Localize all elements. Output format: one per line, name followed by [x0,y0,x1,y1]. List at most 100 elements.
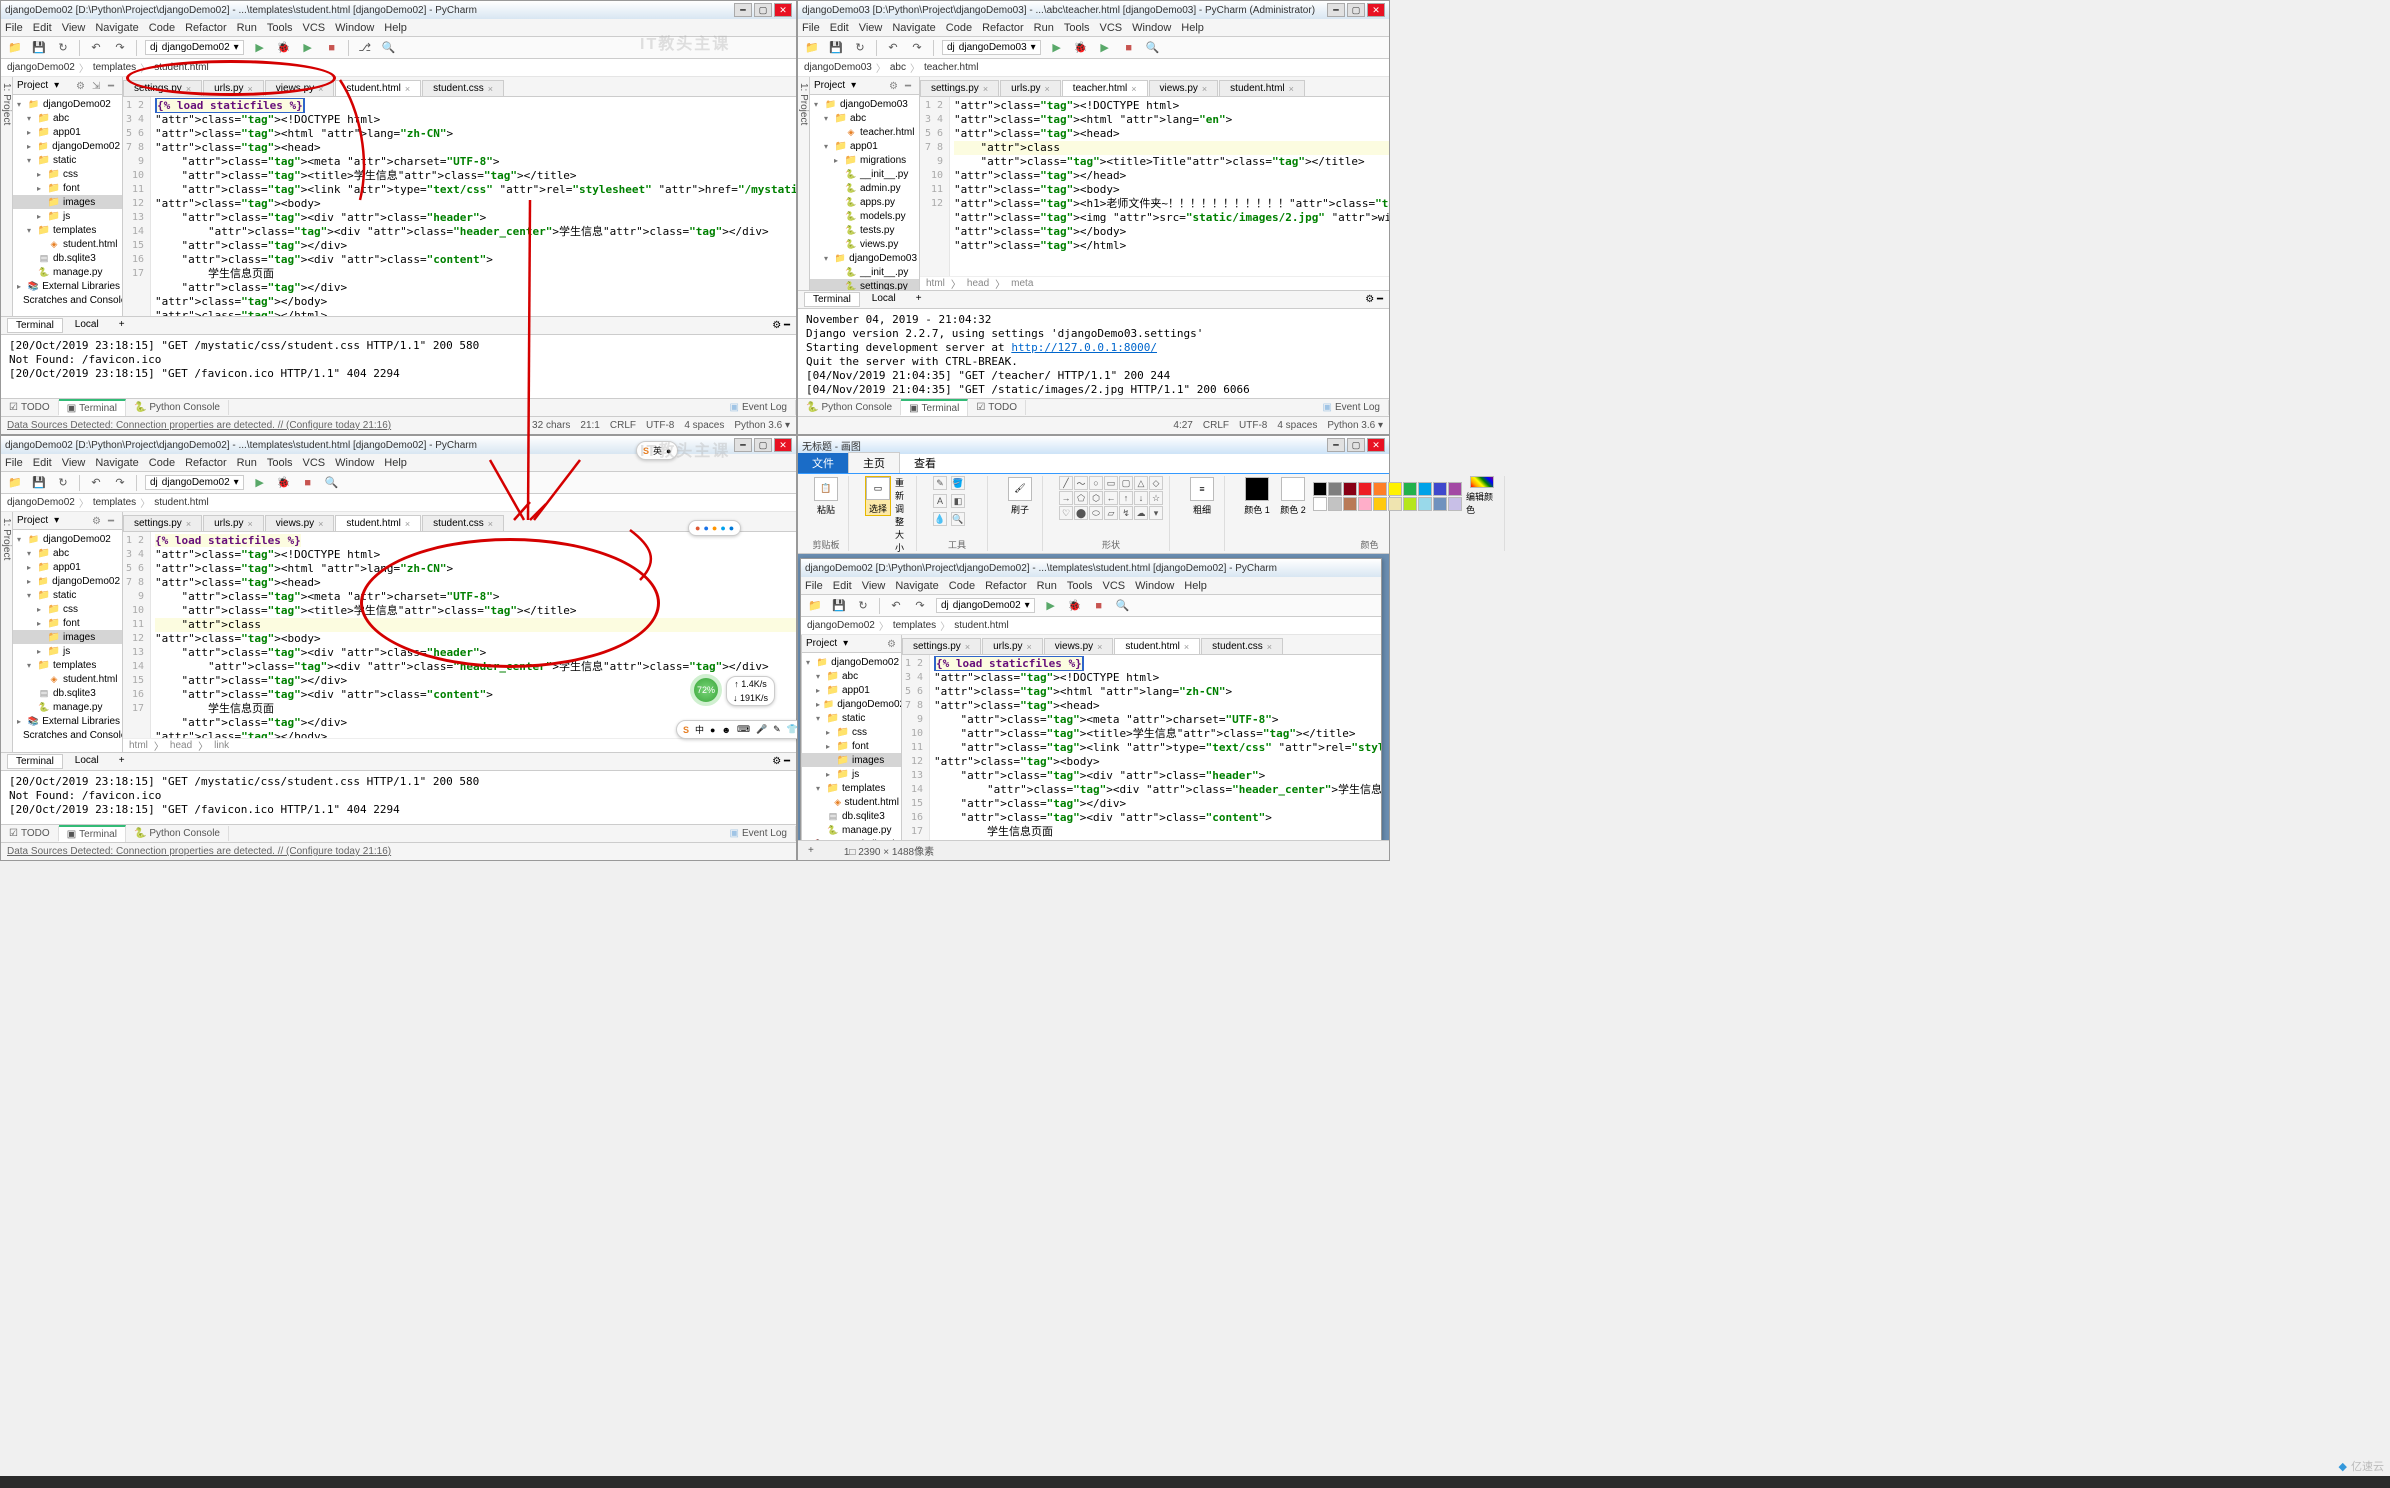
editor-tab-views.py[interactable]: views.py× [265,80,335,96]
picker-tool[interactable]: 💧 [933,512,947,526]
editor-tab-student.css[interactable]: student.css× [422,515,504,531]
color2-button[interactable]: 颜色 2 [1277,476,1309,516]
tree-item-templates[interactable]: ▾templates [13,658,122,672]
home-tab[interactable]: 主页 [848,452,900,473]
status-item[interactable]: 4 spaces [684,420,724,431]
terminal-tab[interactable]: Terminal [7,754,63,769]
run-config-dropdown[interactable]: djdjangoDemo02 ▾ [145,40,244,55]
debug-icon[interactable]: 🐞 [276,475,292,491]
status-item[interactable]: 4 spaces [1277,420,1317,431]
tree-item-abc[interactable]: ▾abc [13,546,122,560]
close-tab-icon[interactable]: × [186,84,191,94]
run-icon[interactable]: ▶ [1049,40,1065,56]
editor-tab-urls.py[interactable]: urls.py× [203,80,264,96]
tree-item-djangoDemo02[interactable]: ▸djangoDemo02 [13,139,122,153]
menu-code[interactable]: Code [149,22,175,34]
tree-item-__init__.py[interactable]: __init__.py [810,167,919,181]
collapse-icon[interactable]: ⇲ [92,81,102,91]
gear-icon[interactable]: ⚙ [76,81,86,91]
menu-file[interactable]: File [802,22,820,34]
menu-run[interactable]: Run [1034,22,1054,34]
tree-item-js[interactable]: ▸js [802,767,901,781]
crumb[interactable]: student.html [154,62,208,73]
tree-item-app01[interactable]: ▾app01 [810,139,919,153]
close-tab-icon[interactable]: × [248,519,253,529]
editor-tab-settings.py[interactable]: settings.py× [123,80,202,96]
color-swatch[interactable] [1388,497,1402,511]
editor-tab-views.py[interactable]: views.py× [1044,638,1114,654]
tree-item-student.html[interactable]: student.html [802,795,901,809]
tree-item-External Libraries[interactable]: ▸External Libraries [13,714,122,728]
close-tab-icon[interactable]: × [318,519,323,529]
save-icon[interactable]: 💾 [31,40,47,56]
terminal-tab-local[interactable]: Local [67,318,107,333]
minimize-button[interactable]: ━ [734,3,752,17]
event-log-button[interactable]: Event Log [722,400,797,415]
close-tab-icon[interactable]: × [1202,84,1207,94]
close-tab-icon[interactable]: × [248,84,253,94]
open-icon[interactable]: 📁 [7,40,23,56]
tree-item-manage.py[interactable]: manage.py [13,700,122,714]
tree-item-student.html[interactable]: student.html [13,672,122,686]
close-tab-icon[interactable]: × [965,642,970,652]
tree-item-app01[interactable]: ▸app01 [802,683,901,697]
open-icon[interactable]: 📁 [804,40,820,56]
crumb[interactable]: teacher.html [924,62,978,73]
todo-tab[interactable]: ☑ TODO [1,400,59,415]
editor-tab-teacher.html[interactable]: teacher.html× [1062,80,1148,96]
crumb[interactable]: djangoDemo03 [804,62,872,73]
gear-icon[interactable]: ⚙ [772,756,781,767]
tree-item-templates[interactable]: ▾templates [13,223,122,237]
stop-icon[interactable]: ■ [300,475,316,491]
editor-tab-student.css[interactable]: student.css× [1201,638,1283,654]
select-button[interactable]: ▭选择 [865,476,891,516]
refresh-icon[interactable]: ↻ [852,40,868,56]
color-swatch[interactable] [1403,497,1417,511]
memory-indicator[interactable]: 72% [690,674,722,706]
close-button[interactable]: ✕ [1367,3,1385,17]
tree-item-djangoDemo02[interactable]: ▾djangoDemo02 [13,532,122,546]
tree-item-External Libraries[interactable]: ▸External Libraries [802,837,901,840]
menu-run[interactable]: Run [1037,580,1057,592]
menu-navigate[interactable]: Navigate [892,22,935,34]
menu-edit[interactable]: Edit [830,22,849,34]
menu-navigate[interactable]: Navigate [95,22,138,34]
terminal-tab[interactable]: ▣ Terminal [59,825,126,842]
terminal-tab-local[interactable]: Local [864,292,904,307]
close-tab-icon[interactable]: × [1289,84,1294,94]
close-tab-icon[interactable]: × [1267,642,1272,652]
close-tab-icon[interactable]: × [405,519,410,529]
tree-item-teacher.html[interactable]: teacher.html [810,125,919,139]
stroke-button[interactable]: ≡粗细 [1186,476,1218,516]
shapes-gallery[interactable]: ╱〜○▭▢△◇ →⬠⬡←↑↓☆ ♡⬤⬭▱↯☁▾ [1059,476,1163,520]
status-item[interactable]: UTF-8 [1239,420,1267,431]
editor-tab-settings.py[interactable]: settings.py× [902,638,981,654]
minimize-button[interactable]: ━ [1327,3,1345,17]
editor-tab-views.py[interactable]: views.py× [265,515,335,531]
open-icon[interactable]: 📁 [7,475,23,491]
save-icon[interactable]: 💾 [31,475,47,491]
editor-tab-student.html[interactable]: student.html× [1219,80,1305,96]
editor-tab-settings.py[interactable]: settings.py× [920,80,999,96]
tree-item-External Libraries[interactable]: ▸External Libraries [13,279,122,293]
python-console-tab[interactable]: 🐍 Python Console [126,826,229,841]
project-tree[interactable]: ▾djangoDemo02▾abc▸app01▸djangoDemo02▾sta… [13,95,122,316]
menu-vcs[interactable]: VCS [1100,22,1123,34]
close-tab-icon[interactable]: × [488,84,493,94]
color-swatch[interactable] [1328,482,1342,496]
editor-tab-student.html[interactable]: student.html× [335,80,421,96]
tree-item-djangoDemo02[interactable]: ▸djangoDemo02 [13,574,122,588]
gear-icon[interactable]: ⚙ [92,516,102,526]
code-editor[interactable]: {% load staticfiles %} "attr">class="tag… [151,97,796,316]
fill-tool[interactable]: 🪣 [951,476,965,490]
color-swatch[interactable] [1373,497,1387,511]
color-swatch[interactable] [1358,482,1372,496]
close-tab-icon[interactable]: × [1045,84,1050,94]
resize-button[interactable]: 重新调整大小 [895,476,910,554]
tree-item-js[interactable]: ▸js [13,209,122,223]
close-button[interactable]: ✕ [774,3,792,17]
zoom-tool[interactable]: 🔍 [951,512,965,526]
gear-icon[interactable]: ⚙ [889,81,899,91]
save-icon[interactable]: 💾 [828,40,844,56]
tree-item-db.sqlite3[interactable]: db.sqlite3 [802,809,901,823]
